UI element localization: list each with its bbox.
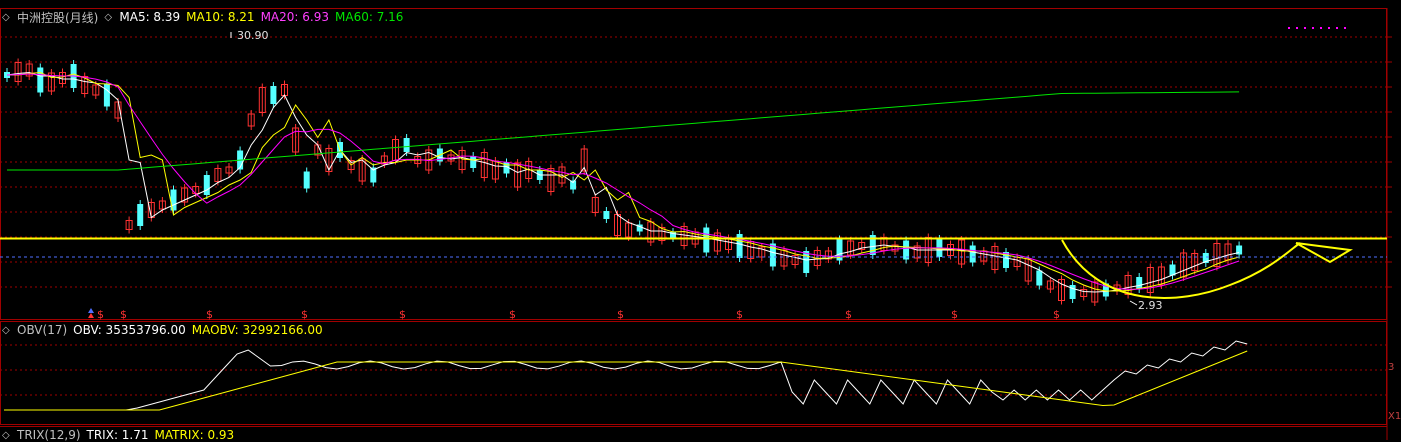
- buy-arrow-icon: [88, 308, 94, 313]
- sell-arrow-icon: [88, 313, 94, 318]
- signal-marker-10: $: [1053, 308, 1060, 321]
- candle-down: [270, 86, 277, 104]
- candle-down: [803, 251, 810, 273]
- obv-info-bar: ◇ OBV(17) OBV: 35353796.00 MAOBV: 329921…: [0, 323, 329, 337]
- candle-down: [170, 189, 177, 211]
- signal-marker-7: $: [736, 308, 743, 321]
- signal-marker-0: $: [97, 308, 104, 321]
- candle-down: [103, 83, 110, 107]
- candle-down: [1036, 270, 1043, 286]
- signal-marker-4: $: [399, 308, 406, 321]
- candle-down: [203, 175, 210, 195]
- obv-settings-diamond-icon[interactable]: ◇: [2, 325, 11, 335]
- ma10-line: [7, 71, 1240, 292]
- obv-readout: OBV: 35353796.00: [73, 323, 186, 337]
- candle-down: [1136, 277, 1143, 289]
- ma60-line: [7, 91, 1240, 171]
- candle-down: [470, 156, 477, 168]
- candle-down: [403, 138, 410, 152]
- signal-marker-2: $: [206, 308, 213, 321]
- signal-marker-6: $: [617, 308, 624, 321]
- signal-marker-8: $: [845, 308, 852, 321]
- maobv-readout: MAOBV: 32992166.00: [191, 323, 323, 337]
- candle-down: [769, 243, 776, 267]
- candle-down: [1069, 285, 1076, 299]
- obv-title: OBV(17): [17, 323, 68, 337]
- signal-marker-9: $: [951, 308, 958, 321]
- candle-down: [603, 211, 610, 219]
- handle-wedge: [1295, 242, 1353, 264]
- obv-right-tick: 3: [1388, 362, 1395, 373]
- trix-settings-diamond-icon[interactable]: ◇: [2, 430, 11, 440]
- candle-down: [303, 171, 310, 189]
- low-marker: [1129, 300, 1138, 306]
- candle-down: [137, 204, 144, 226]
- candle-down: [703, 227, 710, 253]
- candle-down: [969, 245, 976, 263]
- ma20-line: [6, 73, 1240, 290]
- signal-marker-3: $: [301, 308, 308, 321]
- signal-marker-5: $: [509, 308, 516, 321]
- low-price-label: 2.93: [1138, 299, 1163, 312]
- candle-down: [37, 67, 44, 93]
- high-price-label: 30.90: [237, 29, 269, 42]
- maobv-line: [4, 350, 1248, 411]
- kline-chart[interactable]: 30.90 2.93 $ $ $ $ $ $ $ $ $ $ $: [0, 0, 1401, 440]
- ma5-line: [6, 71, 1240, 293]
- signal-marker-1: $: [120, 308, 127, 321]
- obv-right-tick-2: X1: [1388, 411, 1401, 422]
